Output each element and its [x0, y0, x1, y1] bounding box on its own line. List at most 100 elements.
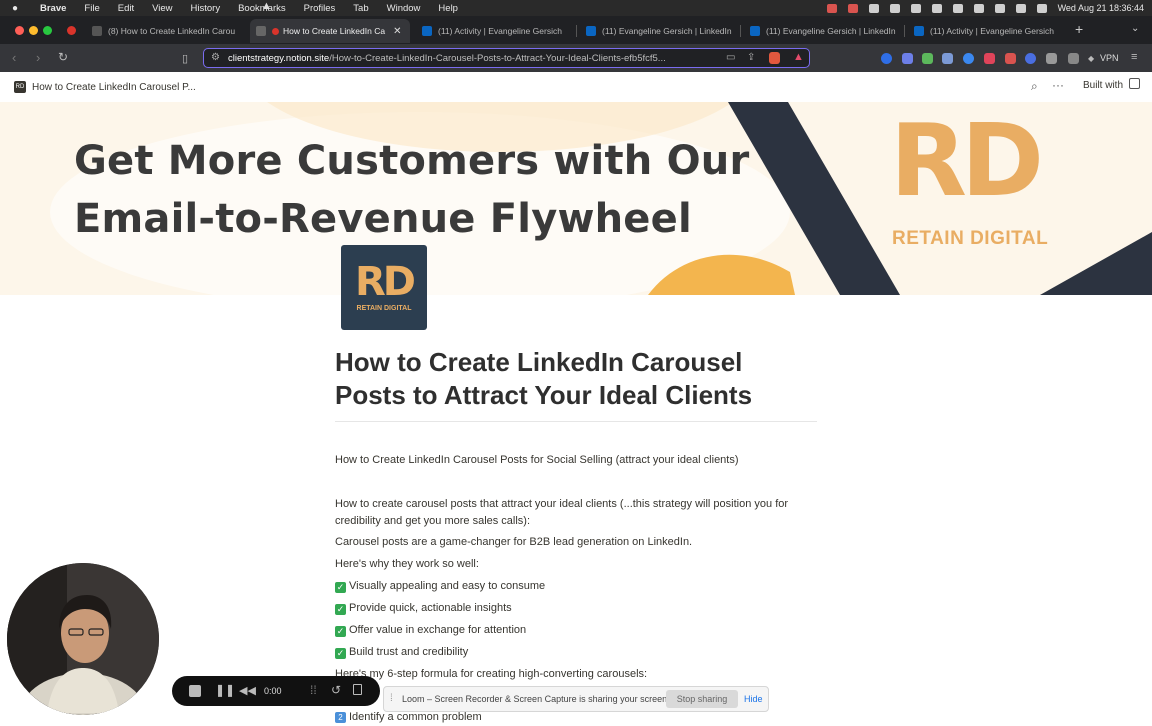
drag-handle-icon[interactable]: ⁞⁞ [310, 683, 317, 697]
menu-profiles[interactable]: Profiles [304, 3, 336, 14]
menu-view[interactable]: View [152, 3, 172, 14]
tab-label: (11) Evangeline Gersich | LinkedIn [766, 26, 896, 36]
control-center-icon[interactable] [1015, 3, 1026, 13]
share-icon[interactable]: ⇪ [747, 52, 755, 63]
checklist-text: Build trust and credibility [349, 646, 469, 658]
tab-separator [904, 25, 905, 37]
reload-icon[interactable]: ↻ [58, 50, 68, 64]
vpn-label[interactable]: VPN [1100, 53, 1119, 63]
menu-tab[interactable]: Tab [353, 3, 368, 14]
paragraph: Here's my 6-step formula for creating hi… [335, 668, 648, 680]
menu-history[interactable]: History [191, 3, 221, 14]
extension-icon[interactable] [963, 53, 974, 64]
built-with-notion-button[interactable]: Built with [1077, 76, 1146, 96]
loom-camera-bubble[interactable] [7, 563, 159, 715]
drag-handle-icon[interactable]: ⁞ [390, 693, 393, 704]
checklist-item: ✓ Offer value in exchange for attention [335, 622, 810, 639]
apple-icon[interactable]: ● [12, 3, 26, 14]
menu-file[interactable]: File [84, 3, 99, 14]
status-icon[interactable] [868, 3, 879, 13]
bookmark-icon[interactable]: ▯ [182, 52, 188, 65]
status-icon[interactable] [889, 3, 900, 13]
extensions-puzzle-icon[interactable] [1046, 53, 1057, 64]
linkedin-favicon-icon [422, 26, 432, 36]
extension-icon[interactable] [984, 53, 995, 64]
restart-icon[interactable]: ↺ [331, 683, 341, 697]
user-icon[interactable] [910, 3, 921, 13]
linkedin-favicon-icon [586, 26, 596, 36]
page-title: How to Create LinkedIn Carousel Posts to… [335, 347, 753, 410]
cast-icon[interactable]: ▭ [726, 52, 735, 63]
battery-icon[interactable] [931, 3, 942, 13]
wifi-icon[interactable] [994, 3, 1005, 13]
linkedin-favicon-icon [914, 26, 924, 36]
paragraph: How to Create LinkedIn Carousel Posts fo… [335, 454, 739, 466]
pause-icon[interactable]: ❚❚ [215, 683, 235, 697]
rewind-icon[interactable]: ◀◀ [239, 684, 256, 697]
vpn-shield-icon[interactable]: ◆ [1088, 54, 1094, 63]
site-settings-icon[interactable]: ⚙ [211, 52, 220, 63]
tab-linkedin-profile[interactable]: (11) Evangeline Gersich | LinkedIn [580, 19, 744, 43]
paragraph: Carousel posts are a game-changer for B2… [335, 536, 693, 548]
delete-recording-icon[interactable] [353, 684, 362, 695]
presenter-video [7, 563, 159, 715]
search-icon[interactable]: ⌕ [1031, 79, 1038, 94]
extension-icon[interactable] [902, 53, 913, 64]
screen-record-icon[interactable] [826, 3, 837, 13]
page-icon-logo: RD [354, 259, 416, 305]
linkedin-favicon-icon [750, 26, 760, 36]
checkmark-icon: ✓ [335, 582, 346, 593]
extension-status-icon[interactable] [847, 3, 858, 13]
url-path: /How-to-Create-LinkedIn-Carousel-Posts-t… [329, 52, 666, 64]
extension-icon[interactable] [942, 53, 953, 64]
url-text[interactable]: clientstrategy.notion.site/How-to-Create… [228, 53, 718, 64]
address-bar[interactable]: ⚙ clientstrategy.notion.site/How-to-Crea… [203, 48, 810, 68]
stop-recording-button[interactable] [189, 685, 201, 697]
sidebar-icon[interactable] [1068, 53, 1079, 64]
tab-notion-active[interactable]: How to Create LinkedIn Ca ✕ [250, 19, 410, 43]
focus-icon[interactable] [952, 3, 963, 13]
breadcrumb[interactable]: How to Create LinkedIn Carousel P... [32, 82, 196, 93]
tab-linkedin-profile[interactable]: (11) Evangeline Gersich | LinkedIn [744, 19, 908, 43]
recording-indicator-icon [67, 26, 76, 35]
title-divider [335, 421, 817, 422]
more-options-icon[interactable]: ··· [1052, 78, 1064, 92]
hide-button[interactable]: Hide [744, 694, 763, 704]
tab-search-chevron-icon[interactable]: ⌄ [1131, 23, 1139, 34]
screen-sharing-notice: ⁞ Loom – Screen Recorder & Screen Captur… [383, 686, 769, 712]
extension-icon[interactable] [1005, 53, 1016, 64]
extension-icon[interactable] [881, 53, 892, 64]
cover-logo: RD [890, 102, 1044, 219]
tab-separator [740, 25, 741, 37]
brave-rewards-icon[interactable]: ▲ [793, 51, 804, 63]
new-tab-icon[interactable]: + [1075, 21, 1083, 37]
menu-edit[interactable]: Edit [118, 3, 134, 14]
page-icon[interactable]: RD RETAIN DIGITAL [341, 245, 427, 330]
menu-window[interactable]: Window [387, 3, 421, 14]
notion-logo-icon [1128, 78, 1140, 89]
extension-icon[interactable] [1025, 53, 1036, 64]
stop-sharing-button[interactable]: Stop sharing [666, 690, 738, 708]
checkmark-icon: ✓ [335, 604, 346, 615]
tab-label: (11) Activity | Evangeline Gersich [930, 26, 1054, 36]
menu-icon[interactable]: ≡ [1131, 51, 1137, 63]
forward-icon[interactable]: › [36, 50, 40, 65]
brave-shields-icon[interactable] [769, 52, 780, 64]
siri-icon[interactable] [1036, 3, 1047, 13]
menu-help[interactable]: Help [438, 3, 458, 14]
menu-app-name[interactable]: Brave [40, 3, 66, 14]
bluetooth-icon[interactable] [973, 3, 984, 13]
tab-notion-previous[interactable]: (8) How to Create LinkedIn Carou [86, 19, 252, 43]
close-tab-icon[interactable]: ✕ [393, 26, 401, 37]
back-icon[interactable]: ‹ [12, 50, 16, 65]
menubar-clock[interactable]: Wed Aug 21 18:36:44 [1058, 3, 1144, 13]
close-window-button[interactable] [15, 26, 24, 35]
loom-recording-controls: ❚❚ ◀◀ 0:00 ⁞⁞ ↺ [172, 676, 380, 706]
zoom-window-button[interactable] [43, 26, 52, 35]
tab-linkedin-activity[interactable]: (11) Activity | Evangeline Gersich [416, 19, 580, 43]
cover-corner-stripe [1040, 232, 1152, 295]
extension-icon[interactable] [922, 53, 933, 64]
minimize-window-button[interactable] [29, 26, 38, 35]
cover-headline: Get More Customers with Our Email-to-Reve… [74, 132, 749, 248]
tab-linkedin-activity[interactable]: (11) Activity | Evangeline Gersich [908, 19, 1066, 43]
